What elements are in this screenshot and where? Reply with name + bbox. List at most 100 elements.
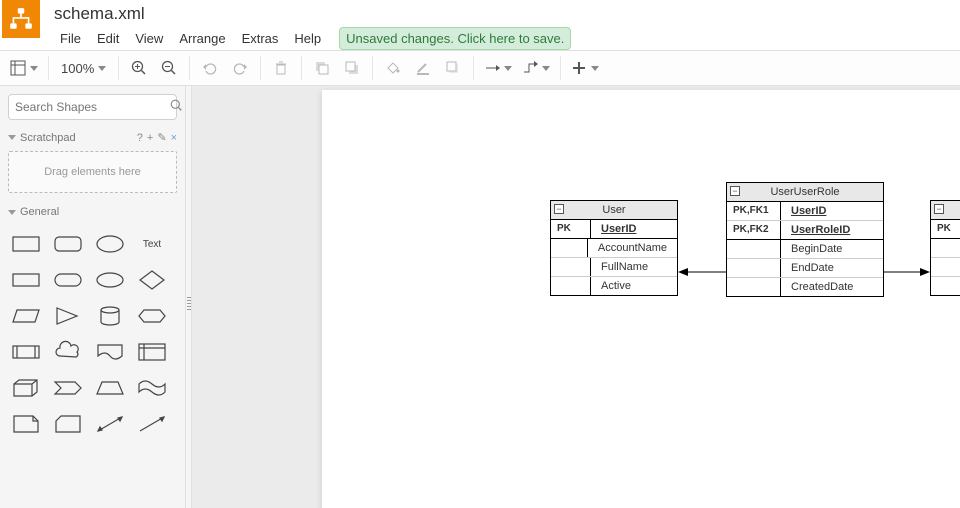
collapse-icon: [8, 135, 16, 140]
general-header[interactable]: General: [0, 203, 185, 221]
canvas[interactable]: − User PKUserID AccountName FullName Act…: [192, 86, 960, 508]
scratchpad-add[interactable]: +: [147, 132, 153, 144]
menubar: File Edit View Arrange Extras Help Unsav…: [50, 25, 571, 50]
key-col: [551, 239, 588, 257]
table-row[interactable]: Description: [931, 258, 960, 277]
shape-internal-storage[interactable]: [132, 335, 172, 369]
view-mode-button[interactable]: [6, 54, 42, 82]
entity-user-role[interactable]: − UserRole PKUserRoleID UserRoleName Des…: [930, 200, 960, 296]
zoom-value: 100%: [61, 61, 94, 76]
page[interactable]: − User PKUserID AccountName FullName Act…: [322, 90, 960, 508]
shape-trapezoid[interactable]: [90, 371, 130, 405]
redo-button[interactable]: [226, 54, 254, 82]
key-col: [551, 258, 591, 276]
shape-line-bi[interactable]: [90, 407, 130, 441]
entity-user[interactable]: − User PKUserID AccountName FullName Act…: [550, 200, 678, 296]
shape-triangle[interactable]: [48, 299, 88, 333]
menu-view[interactable]: View: [129, 28, 169, 49]
shape-cylinder[interactable]: [90, 299, 130, 333]
connector-uur-to-role[interactable]: [884, 266, 930, 278]
connector-user-to-uur[interactable]: [678, 266, 726, 278]
entity-user-user-role[interactable]: − UserUserRole PK,FK1UserID PK,FK2UserRo…: [726, 182, 884, 297]
table-row[interactable]: Active: [931, 277, 960, 295]
zoom-in-button[interactable]: [125, 54, 153, 82]
key-col: [727, 278, 781, 296]
scratchpad-header[interactable]: Scratchpad ? + ✎ ×: [0, 128, 185, 147]
table-row[interactable]: Active: [551, 277, 677, 295]
table-row[interactable]: CreatedDate: [727, 278, 883, 296]
app-logo[interactable]: [2, 0, 40, 38]
waypoint-style-button[interactable]: [518, 54, 554, 82]
menu-extras[interactable]: Extras: [236, 28, 285, 49]
search-shapes-input[interactable]: [8, 94, 177, 120]
search-icon: [170, 99, 183, 115]
shape-diamond[interactable]: [132, 263, 172, 297]
filename[interactable]: schema.xml: [50, 0, 571, 25]
shape-step[interactable]: [48, 371, 88, 405]
shape-line[interactable]: [132, 407, 172, 441]
save-banner[interactable]: Unsaved changes. Click here to save.: [339, 27, 571, 50]
table-row[interactable]: PK,FK1UserID: [727, 202, 883, 221]
name-col: UserRoleID: [781, 221, 883, 239]
collapse-icon[interactable]: −: [554, 204, 564, 214]
shape-ellipse[interactable]: [90, 227, 130, 261]
shape-parallelogram[interactable]: [6, 299, 46, 333]
scratchpad-help[interactable]: ?: [137, 132, 143, 144]
table-row[interactable]: FullName: [551, 258, 677, 277]
connection-style-button[interactable]: [480, 54, 516, 82]
general-title: General: [20, 206, 59, 218]
key-col: PK,FK2: [727, 221, 781, 239]
table-row[interactable]: BeginDate: [727, 240, 883, 259]
scratchpad-close[interactable]: ×: [171, 132, 177, 144]
menu-edit[interactable]: Edit: [91, 28, 125, 49]
search-input-field[interactable]: [15, 100, 170, 114]
caret-down-icon: [542, 66, 550, 71]
shape-text[interactable]: Text: [132, 227, 172, 261]
key-col: PK: [551, 220, 591, 238]
shape-rounded-rect-2[interactable]: [48, 263, 88, 297]
shape-cloud[interactable]: [48, 335, 88, 369]
line-color-button[interactable]: [409, 54, 437, 82]
entity-header[interactable]: − UserRole: [931, 201, 960, 220]
shape-document[interactable]: [90, 335, 130, 369]
shape-card[interactable]: [48, 407, 88, 441]
table-row[interactable]: AccountName: [551, 239, 677, 258]
shape-ellipse-2[interactable]: [90, 263, 130, 297]
to-front-button[interactable]: [308, 54, 336, 82]
key-col: [931, 239, 960, 257]
collapse-icon[interactable]: −: [730, 186, 740, 196]
collapse-icon[interactable]: −: [934, 204, 944, 214]
table-row[interactable]: EndDate: [727, 259, 883, 278]
toolbar: 100%: [0, 50, 960, 86]
scratchpad-edit[interactable]: ✎: [157, 131, 166, 144]
shape-cube[interactable]: [6, 371, 46, 405]
shape-rect[interactable]: [6, 227, 46, 261]
menu-help[interactable]: Help: [288, 28, 327, 49]
caret-down-icon: [591, 66, 599, 71]
menu-arrange[interactable]: Arrange: [173, 28, 231, 49]
to-back-button[interactable]: [338, 54, 366, 82]
undo-button[interactable]: [196, 54, 224, 82]
menu-file[interactable]: File: [54, 28, 87, 49]
zoom-out-button[interactable]: [155, 54, 183, 82]
table-row[interactable]: UserRoleName: [931, 239, 960, 258]
insert-button[interactable]: [567, 54, 603, 82]
delete-button[interactable]: [267, 54, 295, 82]
entity-header[interactable]: − User: [551, 201, 677, 220]
shape-hexagon[interactable]: [132, 299, 172, 333]
table-row[interactable]: PKUserID: [551, 220, 677, 239]
zoom-dropdown[interactable]: 100%: [55, 61, 112, 76]
shape-process[interactable]: [6, 335, 46, 369]
scratchpad-body[interactable]: Drag elements here: [8, 151, 177, 193]
shape-rounded-rect[interactable]: [48, 227, 88, 261]
table-row[interactable]: PK,FK2UserRoleID: [727, 221, 883, 240]
shape-rect-2[interactable]: [6, 263, 46, 297]
shadow-button[interactable]: [439, 54, 467, 82]
table-row[interactable]: PKUserRoleID: [931, 220, 960, 239]
shape-note[interactable]: [6, 407, 46, 441]
key-col: [727, 259, 781, 277]
shape-tape[interactable]: [132, 371, 172, 405]
entity-header[interactable]: − UserUserRole: [727, 183, 883, 202]
fill-color-button[interactable]: [379, 54, 407, 82]
name-col: UserID: [781, 202, 883, 220]
